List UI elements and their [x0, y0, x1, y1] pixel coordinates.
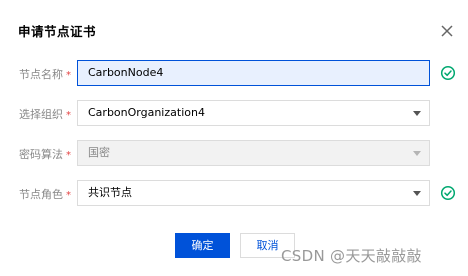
close-icon: [441, 25, 453, 37]
crypto-algorithm-label: 密码算法 *: [19, 148, 71, 161]
required-mark: *: [66, 150, 71, 161]
node-name-input[interactable]: CarbonNode4: [77, 60, 430, 86]
node-role-label: 节点角色 *: [19, 188, 71, 201]
organization-value: CarbonOrganization4: [88, 106, 205, 119]
required-mark: *: [66, 190, 71, 201]
check-circle-icon: [440, 185, 456, 201]
node-name-label: 节点名称 *: [19, 68, 71, 81]
node-role-value: 共识节点: [88, 186, 132, 199]
dialog-title: 申请节点证书: [18, 24, 97, 39]
form-row-node-name: 节点名称 * CarbonNode4: [0, 60, 468, 86]
form-row-crypto-algorithm: 密码算法 * 国密: [0, 140, 468, 166]
required-mark: *: [66, 70, 71, 81]
watermark-text: CSDN @天天敲敲敲: [281, 247, 422, 265]
close-button[interactable]: [439, 23, 455, 39]
apply-node-certificate-dialog: 申请节点证书 节点名称 * CarbonNode4 选择组织 * CarbonOrg…: [0, 0, 468, 276]
required-mark: *: [66, 110, 71, 121]
confirm-button[interactable]: 确定: [175, 233, 230, 258]
organization-label: 选择组织 *: [19, 108, 71, 121]
node-role-select[interactable]: 共识节点: [77, 180, 430, 206]
node-name-value: CarbonNode4: [88, 66, 164, 79]
form-row-node-role: 节点角色 * 共识节点: [0, 180, 468, 206]
check-circle-icon: [440, 65, 456, 81]
organization-select[interactable]: CarbonOrganization4: [77, 100, 430, 126]
caret-down-icon: [413, 151, 421, 156]
caret-down-icon: [413, 191, 421, 196]
crypto-algorithm-select: 国密: [77, 140, 430, 166]
crypto-algorithm-value: 国密: [88, 146, 110, 159]
caret-down-icon: [413, 111, 421, 116]
form-row-organization: 选择组织 * CarbonOrganization4: [0, 100, 468, 126]
